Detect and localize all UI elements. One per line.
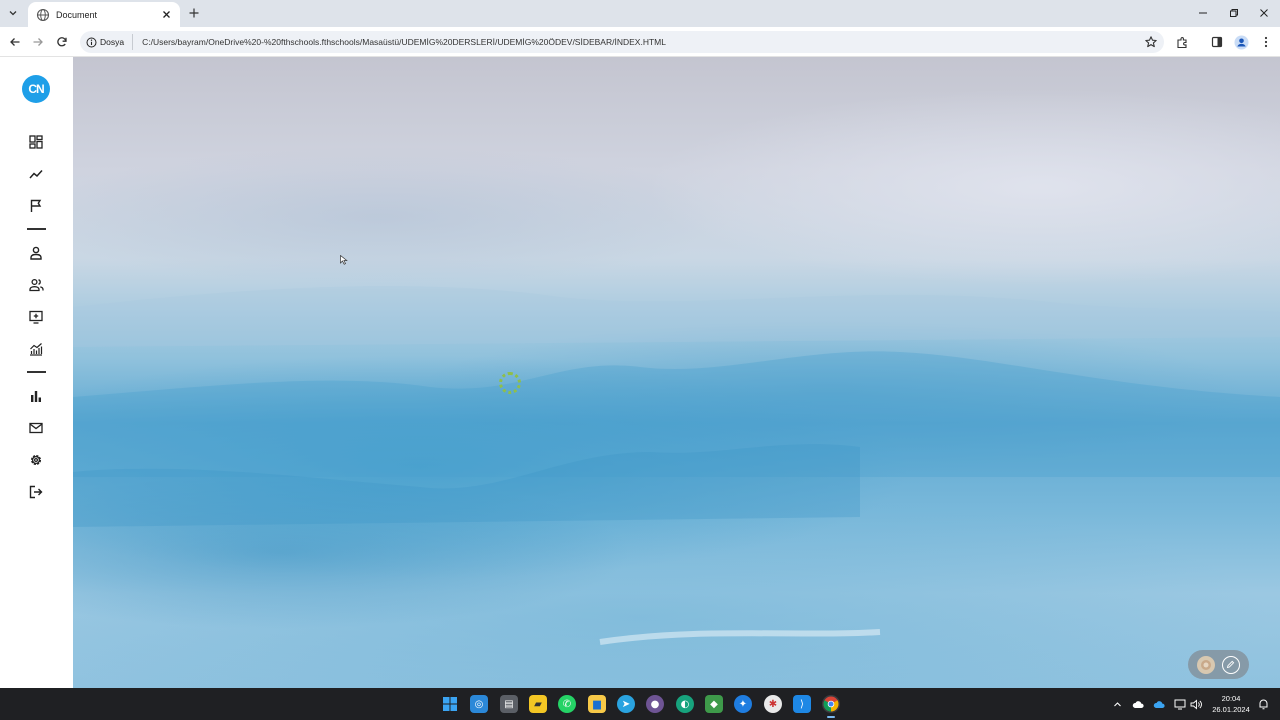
back-arrow-icon[interactable]	[7, 34, 23, 50]
add-to-queue-icon	[29, 310, 43, 324]
url-text[interactable]: C:/Users/bayram/OneDrive%20-%20fthschool…	[142, 37, 1144, 47]
sidebar-item-trending[interactable]	[26, 164, 46, 184]
volume-speaker-icon[interactable]	[1189, 697, 1203, 711]
pencil-edit-icon[interactable]	[1221, 655, 1240, 674]
tab-title: Document	[56, 9, 98, 20]
profile-avatar-icon[interactable]	[1233, 34, 1249, 50]
sidebar-item-insights[interactable]	[26, 339, 46, 359]
close-window-icon[interactable]	[1257, 6, 1271, 20]
info-icon	[86, 37, 97, 47]
bar-chart-icon	[31, 391, 41, 402]
person-icon	[30, 246, 42, 260]
sidebar: CN	[0, 57, 73, 688]
mouse-cursor-icon	[340, 255, 348, 265]
cloud-icon[interactable]	[1131, 697, 1145, 711]
logo-text: CN	[28, 82, 44, 96]
brand-logo[interactable]: CN	[22, 75, 50, 103]
settings-gear-icon	[30, 454, 42, 466]
extensions-puzzle-icon[interactable]	[1174, 34, 1190, 50]
messenger-icon[interactable]: ✦	[734, 695, 752, 713]
new-tab-plus-icon[interactable]	[187, 6, 201, 20]
tab-search-chevron-icon[interactable]	[4, 5, 22, 21]
slack-icon[interactable]: ✱	[764, 695, 782, 713]
restore-icon[interactable]	[1227, 6, 1241, 20]
browser-tab[interactable]: Document	[28, 2, 180, 27]
sidebar-divider	[27, 228, 46, 230]
sidebar-item-dashboard[interactable]	[26, 132, 46, 152]
minimize-icon[interactable]	[1196, 6, 1210, 20]
network-monitor-icon[interactable]	[1173, 697, 1187, 711]
side-panel-icon[interactable]	[1209, 34, 1225, 50]
globe-icon	[36, 8, 50, 22]
background-sea-image	[73, 286, 1280, 645]
sidebar-item-profile[interactable]	[26, 243, 46, 263]
clock-time: 20:04	[1221, 694, 1241, 703]
sticky-notes-icon[interactable]: ▰	[529, 695, 547, 713]
dashboard-icon	[29, 135, 43, 149]
tray-chevron-up-icon[interactable]	[1110, 697, 1124, 711]
browser-menu-icon[interactable]	[1258, 34, 1274, 50]
whatsapp-icon[interactable]: ✆	[558, 695, 576, 713]
sidebar-divider	[27, 371, 46, 373]
trending-line-icon	[29, 169, 43, 179]
outlook-app-icon[interactable]: ◎	[470, 695, 488, 713]
sidebar-item-bar-chart[interactable]	[26, 386, 46, 406]
sidebar-item-settings[interactable]	[26, 450, 46, 470]
sidebar-item-logout[interactable]	[26, 482, 46, 502]
gitkraken-icon[interactable]: ◆	[705, 695, 723, 713]
browser-toolbar: Dosya C:/Users/bayram/OneDrive%20-%20fth…	[0, 27, 1280, 57]
system-clock[interactable]: 20:04 26.01.2024	[1205, 693, 1257, 715]
reload-icon[interactable]	[54, 34, 70, 50]
clock-date: 26.01.2024	[1212, 705, 1250, 714]
forward-arrow-icon[interactable]	[30, 34, 46, 50]
windows-taskbar: ◎ ▤ ▰ ✆ ▆ ➤ ● ◐ ◆ ✦ ✱ ⟩ 20:04 26.01.2024	[0, 688, 1280, 720]
floating-widget[interactable]	[1188, 650, 1249, 679]
avatar-icon[interactable]	[1197, 655, 1216, 674]
insights-chart-icon	[30, 343, 43, 356]
sidebar-item-add[interactable]	[26, 307, 46, 327]
close-tab-icon[interactable]	[160, 9, 172, 21]
vscode-icon[interactable]: ⟩	[793, 695, 811, 713]
sidebar-item-mail[interactable]	[26, 418, 46, 438]
notification-bell-icon[interactable]	[1256, 697, 1270, 711]
edge-browser-icon[interactable]: ◐	[676, 695, 694, 713]
flag-icon	[30, 199, 42, 212]
mail-icon	[29, 422, 43, 434]
telegram-icon[interactable]: ➤	[617, 695, 635, 713]
onedrive-cloud-icon[interactable]	[1152, 697, 1166, 711]
logout-icon	[29, 485, 43, 499]
file-explorer-icon[interactable]: ▆	[588, 695, 606, 713]
file-explorer-stack-icon[interactable]: ▤	[500, 695, 518, 713]
chrome-icon[interactable]	[822, 695, 840, 718]
bookmark-star-icon[interactable]	[1144, 35, 1158, 49]
github-icon[interactable]: ●	[646, 695, 664, 713]
tab-strip: Document	[0, 0, 1280, 27]
sidebar-item-flag[interactable]	[26, 196, 46, 216]
loading-spinner-icon	[499, 372, 521, 394]
address-bar[interactable]: Dosya C:/Users/bayram/OneDrive%20-%20fth…	[80, 31, 1164, 53]
page-viewport: CN	[0, 57, 1280, 688]
site-info-button[interactable]: Dosya	[86, 34, 134, 50]
windows-start-icon[interactable]	[441, 695, 459, 713]
sidebar-item-users[interactable]	[26, 275, 46, 295]
site-info-label: Dosya	[100, 37, 125, 47]
people-icon	[28, 278, 44, 292]
